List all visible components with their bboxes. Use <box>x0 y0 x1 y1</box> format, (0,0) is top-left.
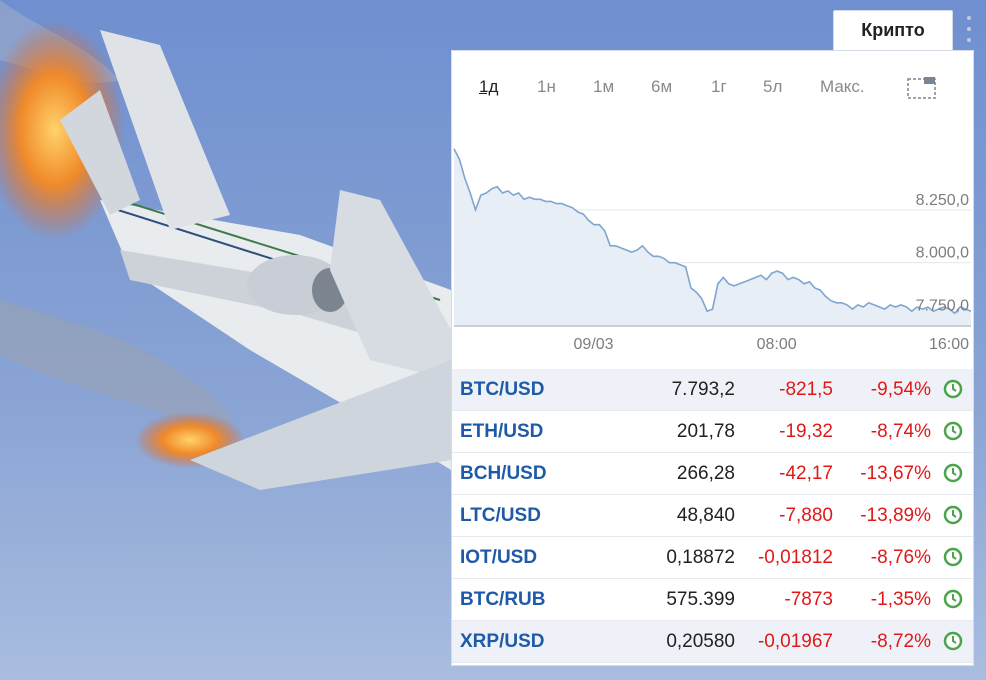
tab-crypto[interactable]: Крипто <box>833 10 953 50</box>
change-value: -0,01812 <box>757 546 833 568</box>
y-tick-label: 8.250,0 <box>916 192 969 209</box>
expand-chart-icon[interactable] <box>907 76 937 100</box>
price-value: 7.793,2 <box>671 378 735 400</box>
price-area <box>454 148 971 326</box>
more-options-icon[interactable] <box>962 16 976 42</box>
percent-value: -8,72% <box>870 630 931 652</box>
quote-table: BTC/USD 7.793,2 -821,5 -9,54% ETH/USD 20… <box>452 369 973 663</box>
price-value: 0,18872 <box>666 546 735 568</box>
clock-icon <box>943 379 963 399</box>
symbol-link[interactable]: BCH/USD <box>460 463 547 485</box>
price-value: 0,20580 <box>666 630 735 652</box>
change-value: -0,01967 <box>757 630 833 652</box>
table-row[interactable]: IOT/USD 0,18872 -0,01812 -8,76% <box>452 537 973 579</box>
clock-icon <box>943 589 963 609</box>
symbol-link[interactable]: BTC/RUB <box>460 589 546 611</box>
period-1d[interactable]: 1д <box>479 77 498 97</box>
price-value: 201,78 <box>676 420 735 442</box>
x-tick-label: 16:00 <box>929 336 969 353</box>
percent-value: -8,76% <box>870 546 931 568</box>
percent-value: -1,35% <box>870 588 931 610</box>
symbol-link[interactable]: XRP/USD <box>460 631 544 653</box>
change-value: -7873 <box>784 588 833 610</box>
table-row[interactable]: BTC/USD 7.793,2 -821,5 -9,54% <box>452 369 973 411</box>
price-value: 266,28 <box>676 462 735 484</box>
symbol-link[interactable]: IOT/USD <box>460 547 537 569</box>
crypto-widget: 1д 1н 1м 6м 1г 5л Макс. 8.250,0 8.000,0 7.… <box>451 50 974 666</box>
change-value: -42,17 <box>779 462 833 484</box>
period-1w[interactable]: 1н <box>537 77 556 97</box>
tab-bar: Крипто <box>0 0 986 50</box>
y-tick-label: 7.750,0 <box>916 297 969 314</box>
symbol-link[interactable]: ETH/USD <box>460 421 543 443</box>
percent-value: -9,54% <box>870 378 931 400</box>
period-selector: 1д 1н 1м 6м 1г 5л Макс. <box>452 51 973 123</box>
period-6m[interactable]: 6м <box>651 77 672 97</box>
clock-icon <box>943 505 963 525</box>
period-max[interactable]: Макс. <box>820 77 865 97</box>
price-value: 575.399 <box>666 588 735 610</box>
table-row[interactable]: LTC/USD 48,840 -7,880 -13,89% <box>452 495 973 537</box>
clock-icon <box>943 547 963 567</box>
table-row[interactable]: ETH/USD 201,78 -19,32 -8,74% <box>452 411 973 453</box>
price-value: 48,840 <box>676 504 735 526</box>
period-1y[interactable]: 1г <box>711 77 727 97</box>
price-chart: 8.250,0 8.000,0 7.750,0 09/03 08:00 16:00 <box>452 136 973 366</box>
clock-icon <box>943 631 963 651</box>
x-tick-label: 09/03 <box>574 336 614 353</box>
percent-value: -8,74% <box>870 420 931 442</box>
y-tick-label: 8.000,0 <box>916 245 969 262</box>
period-1m[interactable]: 1м <box>593 77 614 97</box>
period-5y[interactable]: 5л <box>763 77 782 97</box>
table-row[interactable]: BCH/USD 266,28 -42,17 -13,67% <box>452 453 973 495</box>
change-value: -821,5 <box>779 378 833 400</box>
symbol-link[interactable]: BTC/USD <box>460 379 544 401</box>
change-value: -7,880 <box>779 504 833 526</box>
table-row[interactable]: BTC/RUB 575.399 -7873 -1,35% <box>452 579 973 621</box>
percent-value: -13,89% <box>860 504 931 526</box>
clock-icon <box>943 421 963 441</box>
x-tick-label: 08:00 <box>757 336 797 353</box>
price-chart-svg: 8.250,0 8.000,0 7.750,0 09/03 08:00 16:00 <box>453 148 972 353</box>
table-row[interactable]: XRP/USD 0,20580 -0,01967 -8,72% <box>452 621 973 663</box>
percent-value: -13,67% <box>860 462 931 484</box>
symbol-link[interactable]: LTC/USD <box>460 505 541 527</box>
change-value: -19,32 <box>779 420 833 442</box>
clock-icon <box>943 463 963 483</box>
